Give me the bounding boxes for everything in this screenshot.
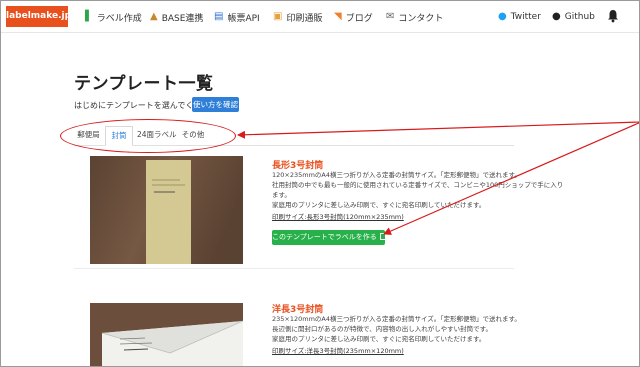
template-desc-line: 長辺側に開封口があるのが特徴で、内容物の出し入れがしやすい封筒です。 [272, 325, 493, 333]
annotation-ellipse [60, 119, 236, 153]
template-card: 長形3号封筒 120×235mmのA4横三つ折りが入る定番の封筒サイズ。「定形郵… [74, 156, 563, 266]
template-desc-line: 社用封筒の中でも最も一般的に使用されている定番サイズで、コンビニや100円ショッ… [272, 181, 564, 189]
print-size-link[interactable]: 印刷サイズ:洋長3号封筒(235mm×120mm) [272, 345, 404, 355]
nav-label: 印刷通販 [286, 13, 323, 24]
template-title[interactable]: 長形3号封筒 [272, 158, 323, 171]
create-label-button-label: このテンプレートでラベルを作る [272, 233, 377, 241]
nav-label: BASE連携 [161, 13, 204, 24]
brand-logo[interactable]: labelmake.jp [6, 6, 71, 27]
template-card: 洋長3号封筒 235×120mmのA4横三つ折りが入る定番の封筒サイズ。「定形郵… [74, 300, 521, 366]
nav-report-api[interactable]: ▤ 帳票API [214, 10, 260, 24]
page-title: テンプレート一覧 [74, 74, 214, 94]
nav-label: ラベル作成 [96, 13, 142, 24]
nav-label: Github [564, 12, 595, 22]
card-divider [74, 268, 514, 269]
nav-blog[interactable]: ◥ ブログ [334, 10, 373, 24]
template-title[interactable]: 洋長3号封筒 [272, 302, 323, 315]
nav-print-order[interactable]: ▣ 印刷通販 [273, 10, 322, 24]
envelope-image [90, 156, 243, 264]
template-desc-line: 235×120mmのA4横三つ折りが入る定番の封筒サイズ。「定形郵便物」で送れま… [272, 315, 521, 323]
template-desc-line: ます。 [272, 191, 291, 199]
tree-icon: ▲ [150, 11, 158, 22]
nav-contact[interactable]: ✉ コンタクト [386, 10, 443, 24]
howto-button[interactable]: 使い方を確認 [192, 97, 239, 112]
envelope-photo[interactable] [90, 156, 243, 264]
print-size-link[interactable]: 印刷サイズ:長形3号封筒(120mm×235mm) [272, 211, 404, 221]
rss-icon: ◥ [334, 11, 342, 22]
bell-icon[interactable] [607, 9, 619, 23]
template-desc-line: 家庭用のプリンタに差し込み印刷で、すぐに宛名印刷していただけます。 [272, 335, 486, 343]
nav-twitter[interactable]: ● Twitter [498, 10, 541, 24]
label-icon: ▌ [85, 11, 93, 22]
top-navbar: labelmake.jp ▌ ラベル作成 ▲ BASE連携 ▤ 帳票API ▣ … [1, 1, 639, 33]
nav-base[interactable]: ▲ BASE連携 [150, 10, 203, 24]
envelope-image [90, 303, 243, 366]
external-link-icon [379, 233, 387, 240]
contact-icon: ✉ [386, 11, 395, 22]
nav-label: 帳票API [227, 13, 260, 24]
nav-label: コンタクト [398, 13, 444, 24]
nav-label-create[interactable]: ▌ ラベル作成 [85, 10, 142, 24]
github-icon: ● [552, 11, 561, 22]
browser-frame: labelmake.jp ▌ ラベル作成 ▲ BASE連携 ▤ 帳票API ▣ … [0, 0, 640, 367]
envelope-photo[interactable] [90, 303, 243, 366]
nav-label: Twitter [510, 12, 541, 22]
print-icon: ▣ [273, 11, 283, 22]
template-desc-line: 120×235mmのA4横三つ折りが入る定番の封筒サイズ。「定形郵便物」で送れま… [272, 171, 521, 179]
create-label-button[interactable]: このテンプレートでラベルを作る [272, 230, 387, 245]
nav-label: ブログ [345, 13, 373, 24]
twitter-icon: ● [498, 11, 507, 22]
nav-github[interactable]: ● Github [552, 10, 595, 24]
template-desc-line: 家庭用のプリンタに差し込み印刷で、すぐに宛名印刷していただけます。 [272, 201, 486, 209]
report-icon: ▤ [214, 11, 224, 22]
